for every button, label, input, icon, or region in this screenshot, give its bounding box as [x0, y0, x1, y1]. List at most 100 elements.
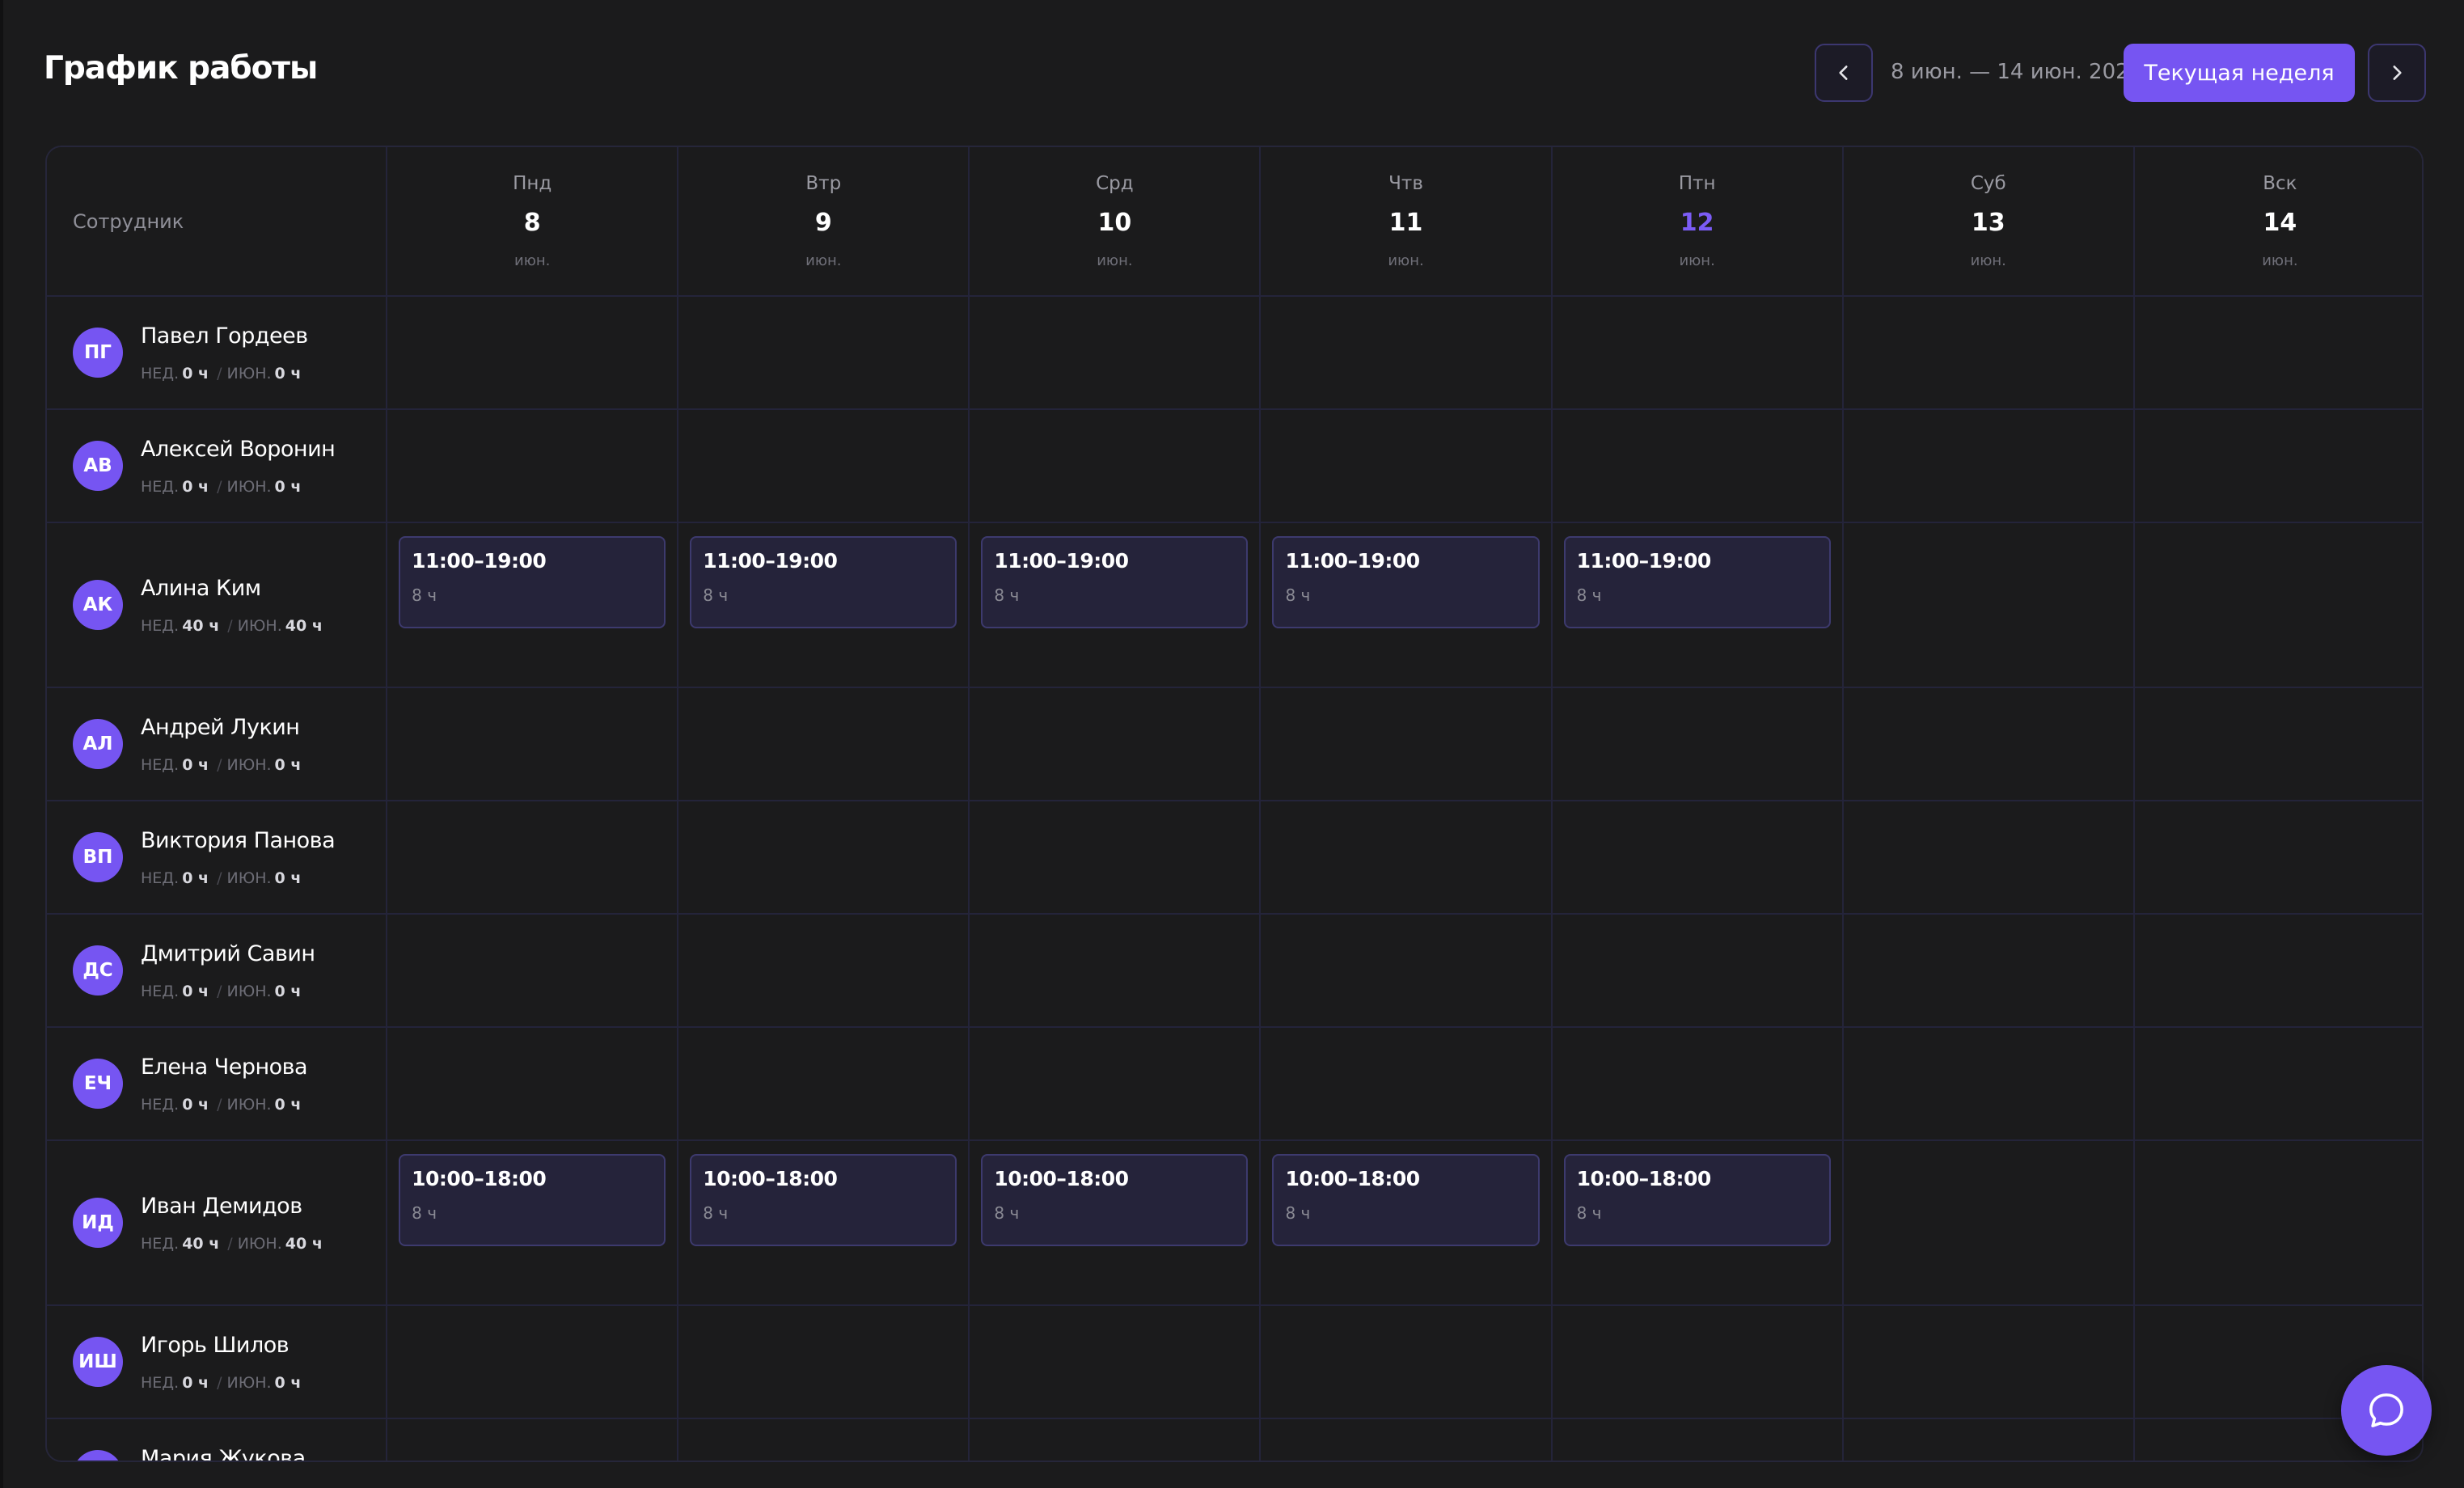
day-cell[interactable] [1260, 801, 1553, 915]
day-cell[interactable] [1551, 1305, 1844, 1419]
day-cell[interactable] [1842, 409, 2135, 523]
day-cell[interactable] [678, 1418, 970, 1461]
day-cell[interactable] [1842, 1140, 2135, 1306]
day-cell[interactable] [2133, 801, 2422, 915]
day-cell[interactable]: 10:00–18:00 8 ч [387, 1140, 679, 1306]
shift-card[interactable]: 11:00–19:00 8 ч [690, 536, 957, 628]
day-header-4: Птн 12 июн. [1551, 147, 1844, 297]
day-cell[interactable] [678, 687, 970, 801]
day-cell[interactable] [1260, 1418, 1553, 1461]
day-cell[interactable] [1260, 687, 1553, 801]
day-cell[interactable] [387, 409, 679, 523]
day-cell[interactable] [1260, 296, 1553, 410]
day-name: Суб [1970, 173, 2006, 194]
day-cell[interactable]: 11:00–19:00 8 ч [1551, 522, 1844, 688]
day-cell[interactable] [387, 801, 679, 915]
day-cell[interactable] [1551, 1027, 1844, 1141]
day-cell[interactable] [1842, 914, 2135, 1028]
day-cell[interactable]: 10:00–18:00 8 ч [1551, 1140, 1844, 1306]
employee-cell[interactable]: АВ Алексей Воронин НЕД. 0 ч / ИЮН. 0 ч [47, 409, 388, 523]
day-cell[interactable] [1842, 1418, 2135, 1461]
day-cell[interactable] [387, 914, 679, 1028]
day-cell[interactable] [678, 801, 970, 915]
shift-card[interactable]: 10:00–18:00 8 ч [1272, 1154, 1540, 1246]
employee-cell[interactable]: ВП Виктория Панова НЕД. 0 ч / ИЮН. 0 ч [47, 801, 388, 915]
day-cell[interactable]: 11:00–19:00 8 ч [387, 522, 679, 688]
chat-button[interactable] [2341, 1365, 2432, 1456]
day-cell[interactable] [2133, 1027, 2422, 1141]
day-cell[interactable] [1551, 409, 1844, 523]
shift-card[interactable]: 11:00–19:00 8 ч [1563, 536, 1831, 628]
day-cell[interactable]: 10:00–18:00 8 ч [969, 1140, 1262, 1306]
day-cell[interactable]: 10:00–18:00 8 ч [678, 1140, 970, 1306]
employee-cell[interactable]: ИД Иван Демидов НЕД. 40 ч / ИЮН. 40 ч [47, 1140, 388, 1306]
day-cell[interactable] [969, 914, 1262, 1028]
shift-card[interactable]: 10:00–18:00 8 ч [399, 1154, 666, 1246]
day-cell[interactable] [387, 296, 679, 410]
day-cell[interactable] [387, 1305, 679, 1419]
day-cell[interactable]: 11:00–19:00 8 ч [969, 522, 1262, 688]
day-cell[interactable] [678, 1027, 970, 1141]
day-cell[interactable] [2133, 1140, 2422, 1306]
day-cell[interactable] [2133, 914, 2422, 1028]
shift-card[interactable]: 11:00–19:00 8 ч [981, 536, 1249, 628]
day-cell[interactable] [1842, 1305, 2135, 1419]
day-cell[interactable] [1551, 914, 1844, 1028]
day-cell[interactable] [1260, 1027, 1553, 1141]
day-cell[interactable] [1842, 1027, 2135, 1141]
day-cell[interactable] [1842, 296, 2135, 410]
shift-card[interactable]: 11:00–19:00 8 ч [1272, 536, 1540, 628]
day-cell[interactable] [387, 1027, 679, 1141]
day-cell[interactable] [1842, 522, 2135, 688]
employee-name: Виктория Панова [141, 827, 336, 853]
employee-text: Алексей Воронин НЕД. 0 ч / ИЮН. 0 ч [141, 437, 336, 496]
employee-name: Алина Ким [141, 575, 261, 601]
day-cell[interactable] [969, 296, 1262, 410]
shift-card[interactable]: 11:00–19:00 8 ч [399, 536, 666, 628]
day-cell[interactable] [1842, 801, 2135, 915]
day-cell[interactable] [1551, 1418, 1844, 1461]
day-cell[interactable] [387, 1418, 679, 1461]
day-cell[interactable] [969, 409, 1262, 523]
day-cell[interactable] [387, 687, 679, 801]
prev-week-button[interactable] [1815, 44, 1873, 102]
employee-cell[interactable]: АЛ Андрей Лукин НЕД. 0 ч / ИЮН. 0 ч [47, 687, 388, 801]
stat-month-value: 40 ч [285, 616, 323, 635]
day-cell[interactable] [678, 296, 970, 410]
shift-card[interactable]: 10:00–18:00 8 ч [981, 1154, 1249, 1246]
employee-cell[interactable]: АК Алина Ким НЕД. 40 ч / ИЮН. 40 ч [47, 522, 388, 688]
day-cell[interactable] [969, 1305, 1262, 1419]
day-cell[interactable]: 10:00–18:00 8 ч [1260, 1140, 1553, 1306]
day-cell[interactable] [1260, 409, 1553, 523]
day-cell[interactable] [969, 1027, 1262, 1141]
day-cell[interactable] [1260, 1305, 1553, 1419]
day-cell[interactable]: 11:00–19:00 8 ч [678, 522, 970, 688]
day-cell[interactable]: 11:00–19:00 8 ч [1260, 522, 1553, 688]
shift-card[interactable]: 10:00–18:00 8 ч [690, 1154, 957, 1246]
day-cell[interactable] [2133, 687, 2422, 801]
day-cell[interactable] [1842, 687, 2135, 801]
employee-cell[interactable]: ЕЧ Елена Чернова НЕД. 0 ч / ИЮН. 0 ч [47, 1027, 388, 1141]
day-cell[interactable] [969, 1418, 1262, 1461]
shift-card[interactable]: 10:00–18:00 8 ч [1563, 1154, 1831, 1246]
employee-cell[interactable]: ИШ Игорь Шилов НЕД. 0 ч / ИЮН. 0 ч [47, 1305, 388, 1419]
day-cell[interactable] [678, 1305, 970, 1419]
day-cell[interactable] [678, 409, 970, 523]
next-week-button[interactable] [2368, 44, 2426, 102]
day-cell[interactable] [1260, 914, 1553, 1028]
current-week-button[interactable]: Текущая неделя [2124, 44, 2355, 102]
employee-cell[interactable]: ДС Дмитрий Савин НЕД. 0 ч / ИЮН. 0 ч [47, 914, 388, 1028]
day-cell[interactable] [969, 687, 1262, 801]
day-cell[interactable] [678, 914, 970, 1028]
employee-text: Мария ЖуковаНЕД.0 ч/ИЮН.0 ч [141, 1446, 306, 1461]
day-cell[interactable] [969, 801, 1262, 915]
day-cell[interactable] [2133, 522, 2422, 688]
day-cell[interactable] [1551, 296, 1844, 410]
day-cell[interactable] [1551, 687, 1844, 801]
day-cell[interactable] [2133, 409, 2422, 523]
employee-cell[interactable]: ПГ Павел Гордеев НЕД. 0 ч / ИЮН. 0 ч [47, 296, 388, 410]
day-cell[interactable] [1551, 801, 1844, 915]
day-cell[interactable] [2133, 296, 2422, 410]
employee-cell[interactable]: МЖ Мария ЖуковаНЕД.0 ч/ИЮН.0 ч [47, 1418, 388, 1461]
day-number: 8 [523, 209, 541, 237]
